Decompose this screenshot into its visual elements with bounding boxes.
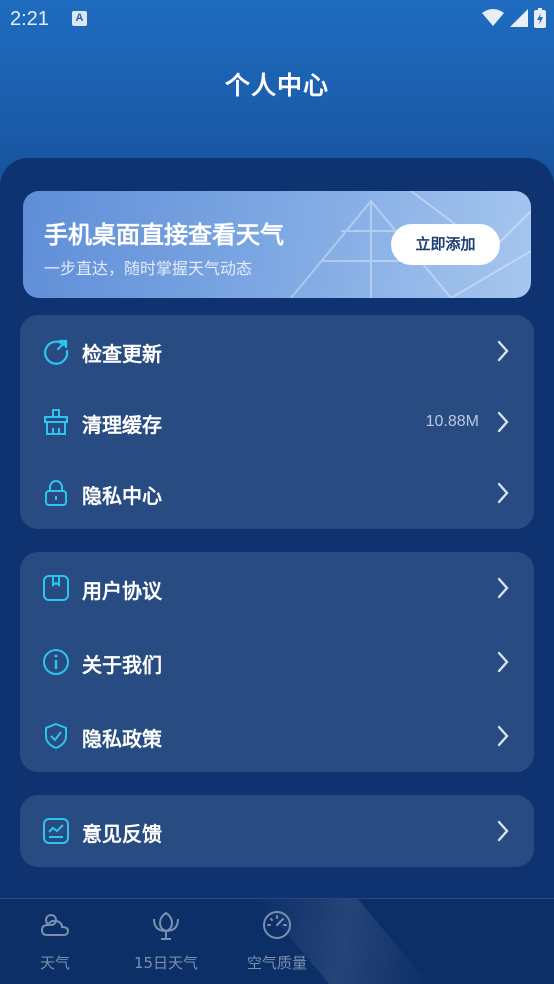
row-privacy-center[interactable]: 隐私中心 — [20, 463, 534, 523]
row-label: 检查更新 — [82, 342, 162, 366]
chevron-right-icon — [497, 411, 509, 433]
tab-air-quality[interactable]: 空气质量 — [222, 899, 332, 984]
row-label: 隐私中心 — [82, 484, 162, 508]
broom-icon — [44, 409, 68, 435]
row-label: 清理缓存 — [82, 413, 162, 437]
chevron-right-icon — [497, 725, 509, 747]
lock-icon — [45, 480, 67, 506]
row-label: 用户协议 — [82, 579, 162, 603]
status-bar: 2:21 A — [0, 0, 554, 40]
chevron-right-icon — [497, 340, 509, 362]
banner-title: 手机桌面直接查看天气 — [44, 221, 284, 249]
bottom-tab-bar: 天气 15日天气 空气质量 — [0, 898, 554, 984]
row-privacy-policy[interactable]: 隐私政策 — [20, 706, 534, 766]
status-time: 2:21 — [10, 8, 49, 30]
banner-subtitle: 一步直达，随时掌握天气动态 — [44, 259, 253, 278]
tab-label: 天气 — [39, 954, 70, 972]
status-icons — [482, 8, 546, 28]
row-check-update[interactable]: 检查更新 — [20, 321, 534, 381]
chevron-right-icon — [497, 482, 509, 504]
weather-icon — [40, 914, 70, 936]
settings-group-2: 用户协议 关于我们 隐私政策 — [20, 552, 534, 772]
row-user-agreement[interactable]: 用户协议 — [20, 558, 534, 618]
refresh-icon — [44, 339, 69, 365]
shield-icon — [45, 722, 67, 750]
add-now-button[interactable]: 立即添加 — [391, 224, 500, 265]
cache-size-value: 10.88M — [425, 413, 479, 430]
row-label: 隐私政策 — [82, 727, 162, 751]
page-title: 个人中心 — [224, 71, 329, 100]
notification-icon: A — [72, 11, 87, 26]
calendar-15day-icon — [153, 911, 179, 940]
row-label: 意见反馈 — [82, 822, 162, 846]
row-about-us[interactable]: 关于我们 — [20, 632, 534, 692]
signal-icon — [510, 9, 528, 27]
air-quality-icon — [263, 911, 291, 939]
tab-weather[interactable]: 天气 — [0, 899, 110, 984]
info-icon — [43, 649, 69, 675]
settings-group-1: 检查更新 清理缓存 10.88M 隐私中心 — [20, 315, 534, 529]
tab-label: 空气质量 — [246, 954, 307, 972]
settings-group-3: 意见反馈 — [20, 795, 534, 867]
row-feedback[interactable]: 意见反馈 — [20, 801, 534, 861]
tab-15day[interactable]: 15日天气 — [111, 899, 221, 984]
battery-icon — [534, 8, 546, 28]
row-label: 关于我们 — [82, 653, 162, 677]
row-clear-cache[interactable]: 清理缓存 10.88M — [20, 392, 534, 452]
bookmark-icon — [43, 575, 69, 601]
wifi-icon — [482, 9, 504, 26]
tab-label: 15日天气 — [133, 954, 199, 972]
add-widget-banner[interactable]: 手机桌面直接查看天气 一步直达，随时掌握天气动态 立即添加 — [23, 191, 531, 298]
chevron-right-icon — [497, 577, 509, 599]
chevron-right-icon — [497, 651, 509, 673]
chevron-right-icon — [497, 820, 509, 842]
feedback-icon — [43, 818, 69, 844]
